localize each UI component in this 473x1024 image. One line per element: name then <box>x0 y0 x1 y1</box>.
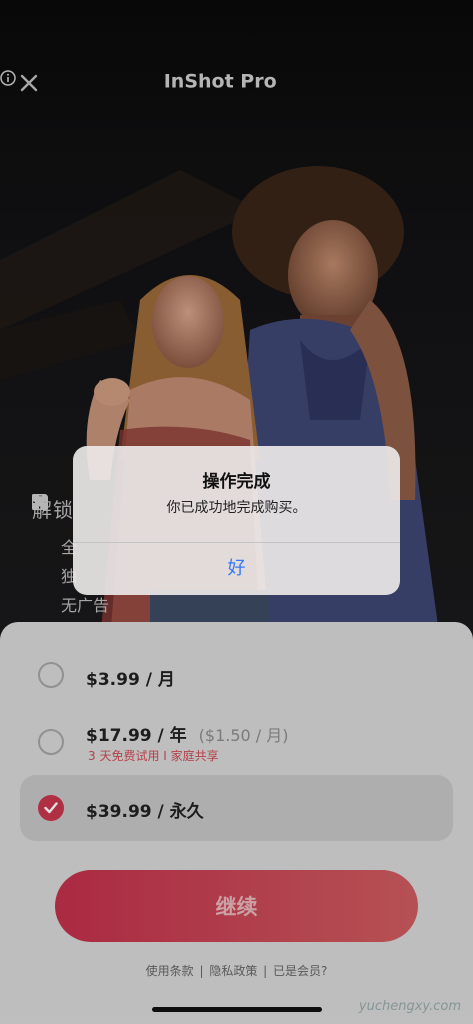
radio-checked[interactable] <box>38 795 64 821</box>
title-text: InShot Pro <box>163 70 277 93</box>
terms-link[interactable]: 使用条款 <box>146 964 194 978</box>
home-indicator[interactable] <box>152 1007 322 1012</box>
plan-price: $39.99 / 永久 <box>86 802 204 822</box>
member-link[interactable]: 已是会员? <box>273 964 327 978</box>
plan-price-row: $17.99 / 年 ($1.50 / 月) <box>86 721 289 746</box>
plan-note: 3 天免费试用 I 家庭共享 <box>88 749 219 763</box>
plan-yearly[interactable]: $17.99 / 年 ($1.50 / 月) 3 天免费试用 I 家庭共享 <box>20 709 453 775</box>
plan-price: $17.99 / 年 <box>86 726 187 746</box>
info-icon[interactable] <box>0 70 309 90</box>
alert-title: 操作完成 <box>202 472 271 492</box>
plan-per-month: ($1.50 / 月) <box>198 726 289 745</box>
radio-unchecked[interactable] <box>38 729 64 755</box>
plan-lifetime[interactable]: $39.99 / 永久 <box>20 775 453 841</box>
ok-button[interactable]: 好 <box>73 543 400 595</box>
star-icon <box>32 494 48 583</box>
top-bar: InShot Pro <box>0 60 473 108</box>
footer-links: 使用条款 | 隐私政策 | 已是会员? <box>0 962 473 979</box>
feature-label: 无广告 <box>61 595 110 615</box>
separator: | <box>263 964 268 978</box>
check-icon <box>44 802 58 814</box>
watermark: yuchengxy.com <box>358 999 461 1014</box>
page-title: InShot Pro <box>0 70 473 93</box>
alert-message: 你已成功地完成购买。 <box>166 500 307 516</box>
radio-unchecked[interactable] <box>38 662 64 688</box>
continue-button[interactable]: 继续 <box>55 870 418 942</box>
privacy-link[interactable]: 隐私政策 <box>209 964 257 978</box>
plan-monthly[interactable]: $3.99 / 月 <box>20 643 453 709</box>
purchase-alert: 操作完成 你已成功地完成购买。 好 <box>73 446 400 595</box>
grid-icon <box>32 494 48 554</box>
separator: | <box>199 964 204 978</box>
no-ads-icon: AD <box>32 494 48 612</box>
plan-price: $3.99 / 月 <box>86 670 175 690</box>
